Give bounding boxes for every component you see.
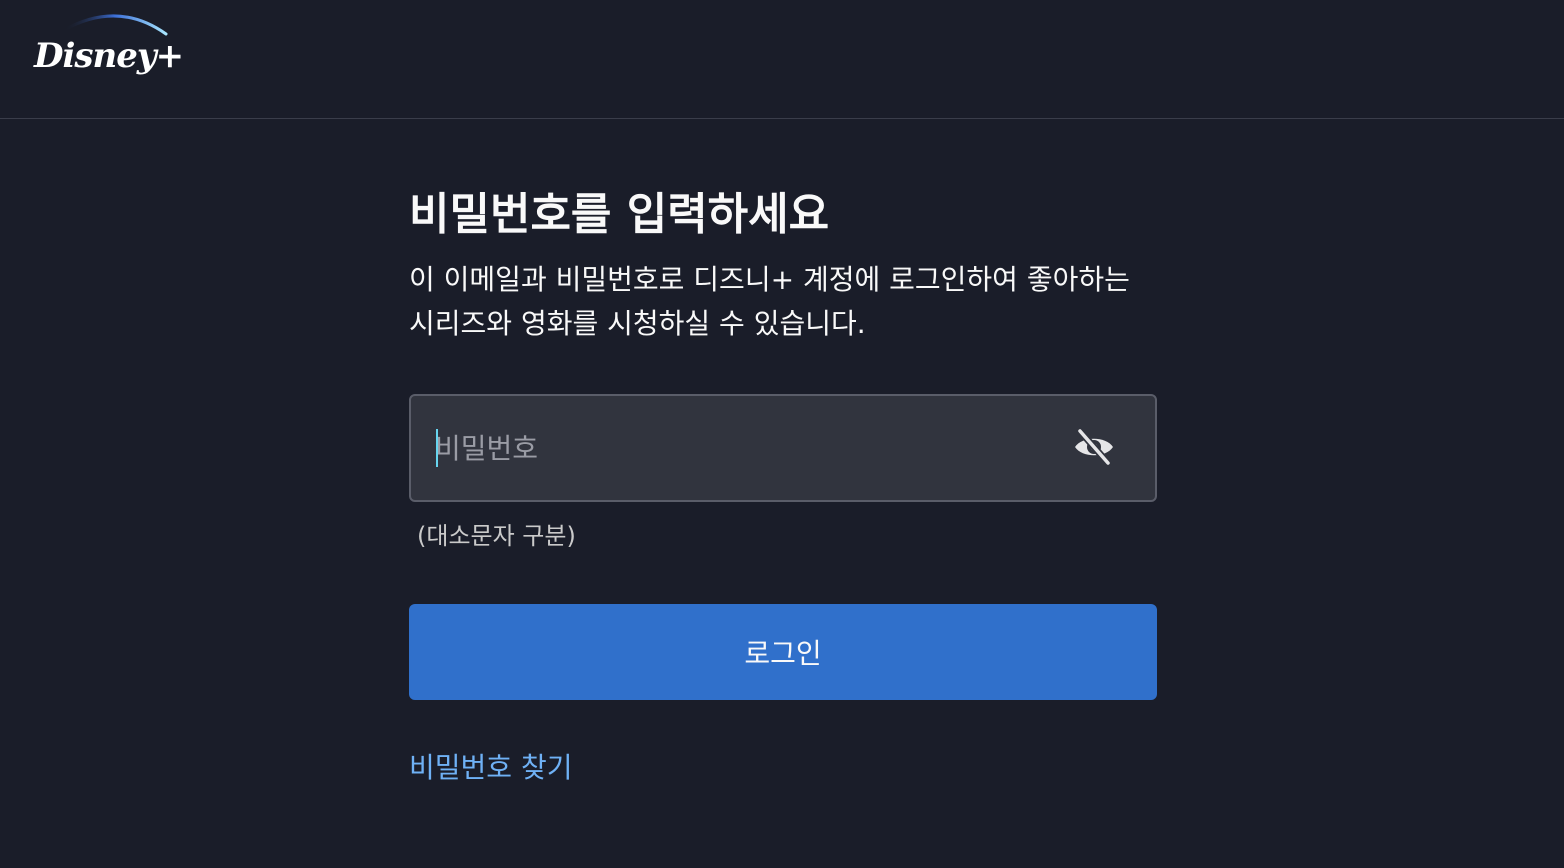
login-button[interactable]: 로그인 <box>409 604 1157 700</box>
password-input[interactable] <box>435 424 1035 472</box>
text-caret <box>436 429 438 467</box>
disney-plus-logo[interactable]: Disney+ <box>30 6 186 92</box>
password-field[interactable] <box>409 394 1157 502</box>
forgot-password-link[interactable]: 비밀번호 찾기 <box>409 746 572 790</box>
eye-slash-icon[interactable] <box>1071 424 1117 470</box>
logo-wordmark: Disney+ <box>34 36 184 76</box>
page-description: 이 이메일과 비밀번호로 디즈니+ 계정에 로그인하여 좋아하는 시리즈와 영화… <box>409 263 1130 340</box>
header: Disney+ <box>0 0 1564 119</box>
page-title: 비밀번호를 입력하세요 <box>409 189 830 240</box>
login-password-panel: 비밀번호를 입력하세요 이 이메일과 비밀번호로 디즈니+ 계정에 로그인하여 … <box>409 180 1157 784</box>
case-sensitive-hint: (대소문자 구분) <box>417 522 576 550</box>
